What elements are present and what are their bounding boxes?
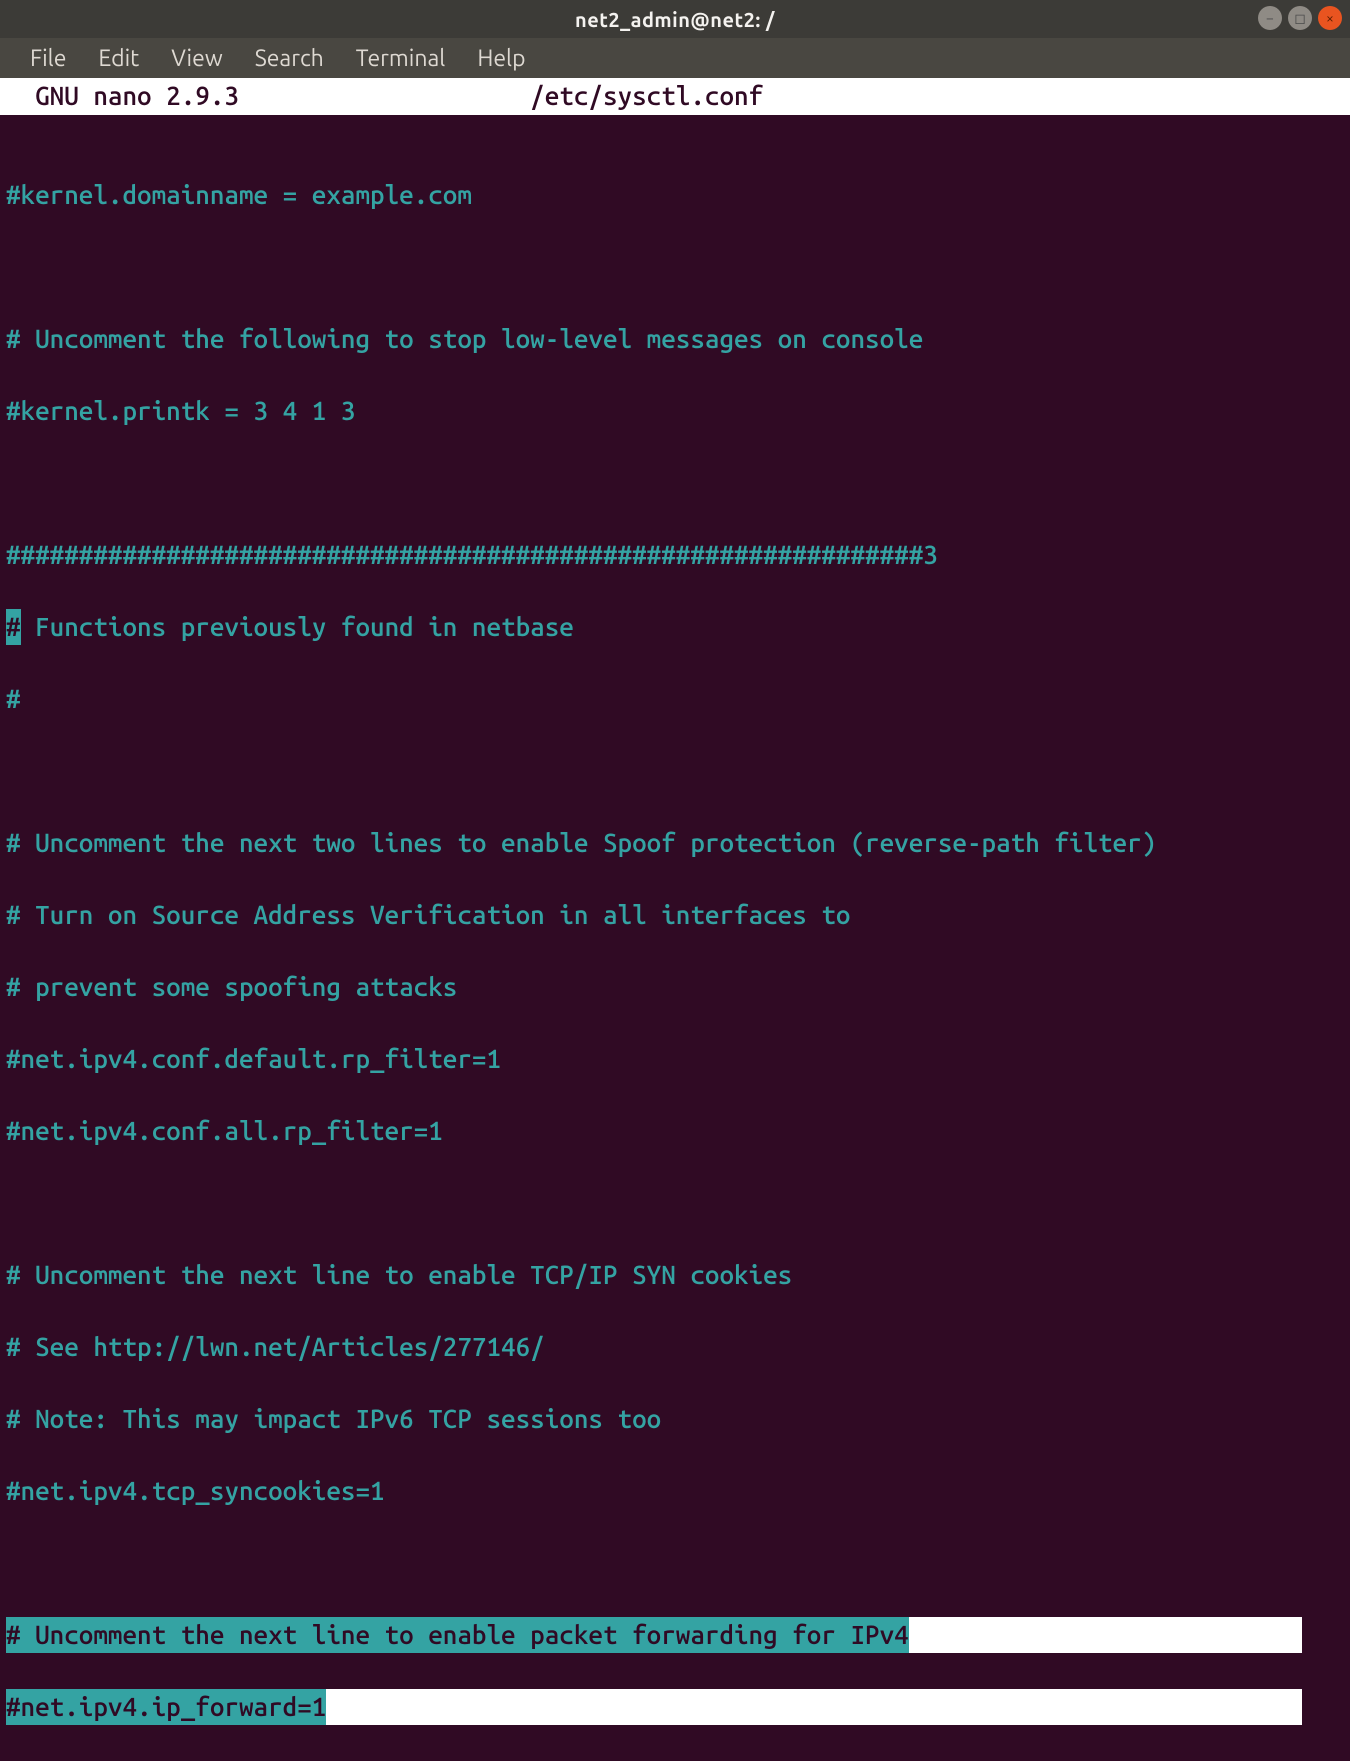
editor-line: # See http://lwn.net/Articles/277146/ — [6, 1332, 545, 1361]
editor-line: #kernel.domainname = example.com — [6, 180, 472, 209]
editor-line: # Uncomment the following to stop low-le… — [6, 324, 923, 353]
menu-terminal[interactable]: Terminal — [340, 40, 462, 77]
editor-line: Functions previously found in netbase — [21, 612, 574, 641]
editor-blank-line — [6, 1545, 1350, 1581]
menu-file[interactable]: File — [14, 40, 82, 77]
nano-statusbar: GNU nano 2.9.3 /etc/sysctl.conf — [0, 78, 1350, 115]
editor-line: # Uncomment the next two lines to enable… — [6, 828, 1156, 857]
menu-help[interactable]: Help — [461, 40, 541, 77]
editor-selection-tail — [326, 1689, 1302, 1725]
editor-line: # Turn on Source Address Verification in… — [6, 900, 850, 929]
editor-cursor: # — [6, 609, 21, 645]
window-titlebar: net2_admin@net2: / − ◻ × — [0, 0, 1350, 38]
editor-line: # Note: This may impact IPv6 TCP session… — [6, 1404, 661, 1433]
menu-search[interactable]: Search — [239, 40, 340, 77]
menubar: File Edit View Search Terminal Help — [0, 38, 1350, 78]
editor-selection-tail — [909, 1617, 1302, 1653]
editor-line: #net.ipv4.conf.all.rp_filter=1 — [6, 1116, 443, 1145]
editor-line: # prevent some spoofing attacks — [6, 972, 457, 1001]
editor-blank-line — [6, 1185, 1350, 1221]
editor-line: ########################################… — [6, 540, 938, 569]
menu-view[interactable]: View — [155, 40, 238, 77]
editor-line: # — [6, 684, 21, 713]
minimize-button[interactable]: − — [1258, 6, 1282, 30]
editor-blank-line — [6, 249, 1350, 285]
nano-app-label: GNU nano 2.9.3 — [6, 81, 239, 110]
nano-header-gap — [239, 81, 530, 110]
terminal-content[interactable]: #kernel.domainname = example.com # Uncom… — [0, 115, 1350, 1761]
close-button[interactable]: × — [1318, 6, 1342, 30]
editor-selected-line: # Uncomment the next line to enable pack… — [6, 1617, 909, 1653]
nano-file-path: /etc/sysctl.conf — [530, 81, 763, 110]
window-controls: − ◻ × — [1258, 6, 1342, 30]
maximize-button[interactable]: ◻ — [1288, 6, 1312, 30]
editor-line: #kernel.printk = 3 4 1 3 — [6, 396, 355, 425]
editor-blank-line — [6, 465, 1350, 501]
editor-blank-line — [6, 753, 1350, 789]
editor-line: #net.ipv4.conf.default.rp_filter=1 — [6, 1044, 501, 1073]
window-title: net2_admin@net2: / — [575, 8, 775, 31]
menu-edit[interactable]: Edit — [82, 40, 155, 77]
editor-line: #net.ipv4.tcp_syncookies=1 — [6, 1476, 385, 1505]
editor-selected-line: #net.ipv4.ip_forward=1 — [6, 1689, 326, 1725]
editor-line: # Uncomment the next line to enable TCP/… — [6, 1260, 792, 1289]
